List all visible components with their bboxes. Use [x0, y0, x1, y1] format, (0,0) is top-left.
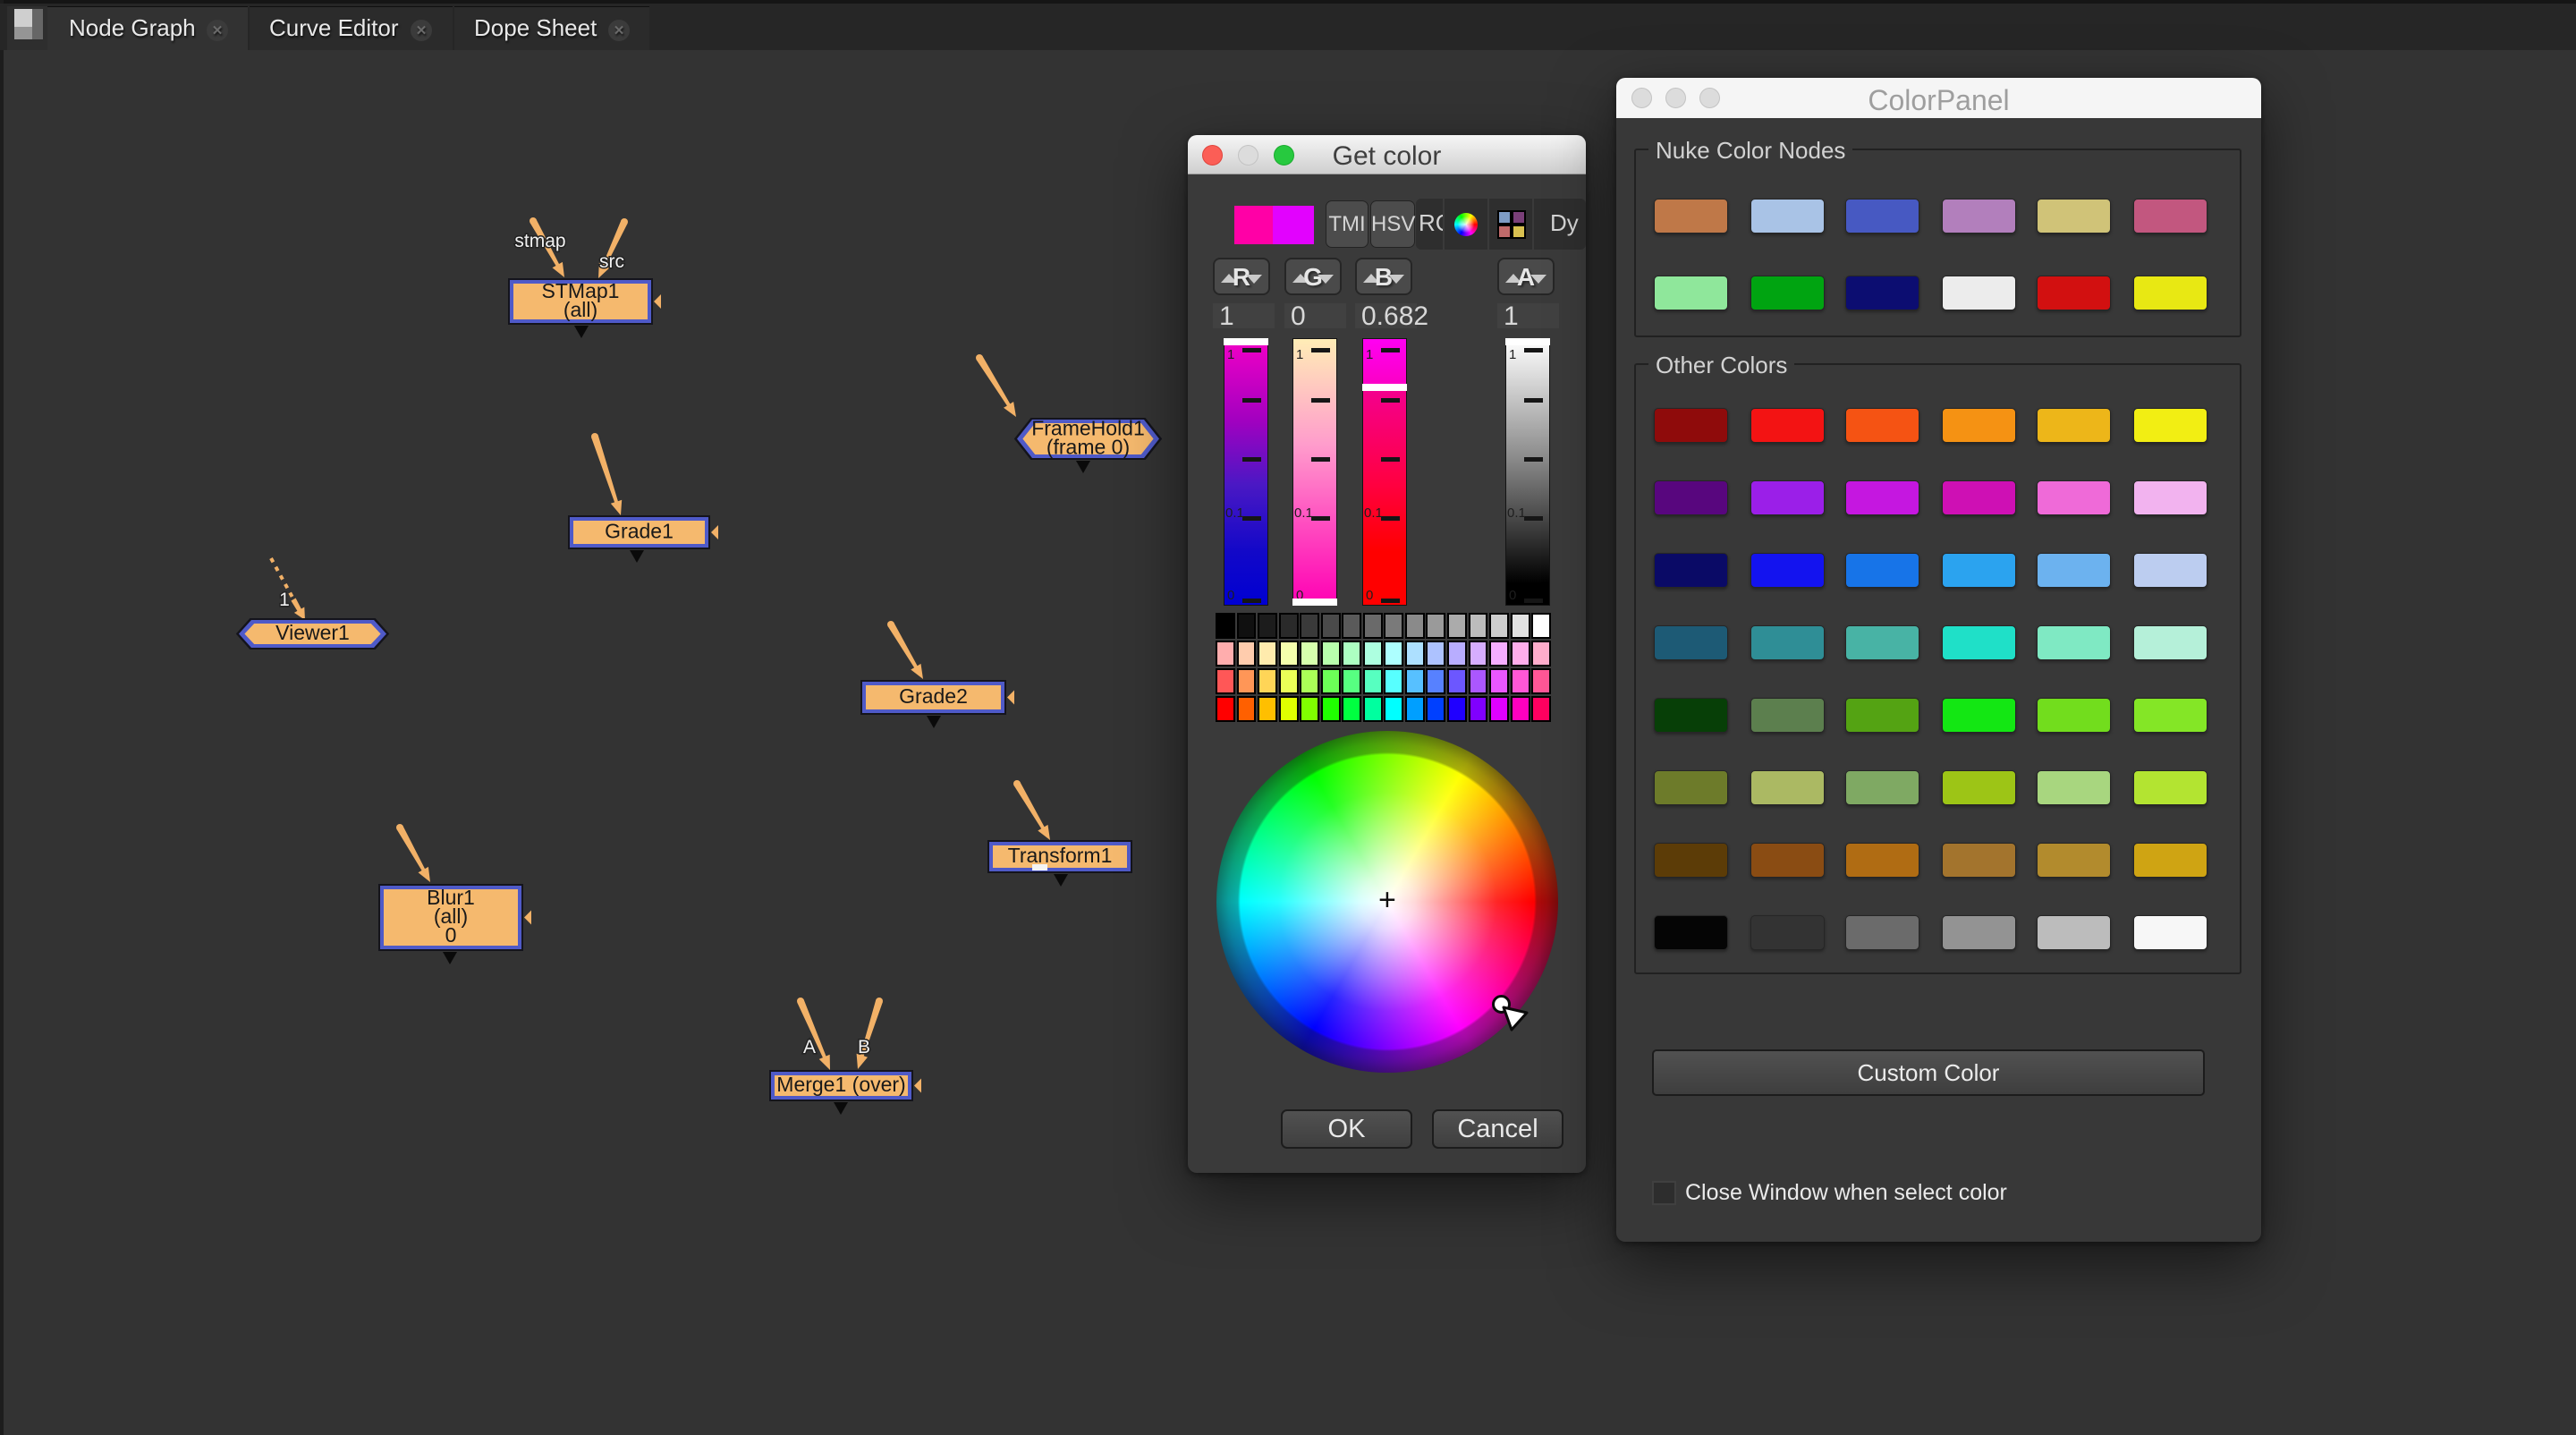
svg-text:A: A: [803, 1037, 816, 1057]
svg-text:Grade1: Grade1: [605, 520, 674, 543]
svg-text:src: src: [599, 251, 624, 272]
svg-text:(frame 0): (frame 0): [1046, 436, 1130, 459]
svg-text:Grade2: Grade2: [899, 684, 968, 708]
svg-text:B: B: [858, 1037, 870, 1057]
svg-text:(all): (all): [564, 298, 597, 321]
svg-text:1: 1: [279, 590, 290, 610]
svg-text:Transform1: Transform1: [1008, 844, 1113, 867]
svg-text:Viewer1: Viewer1: [275, 621, 350, 644]
svg-text:0: 0: [445, 923, 457, 947]
svg-text:stmap: stmap: [514, 231, 565, 251]
svg-text:Merge1 (over): Merge1 (over): [776, 1073, 905, 1096]
